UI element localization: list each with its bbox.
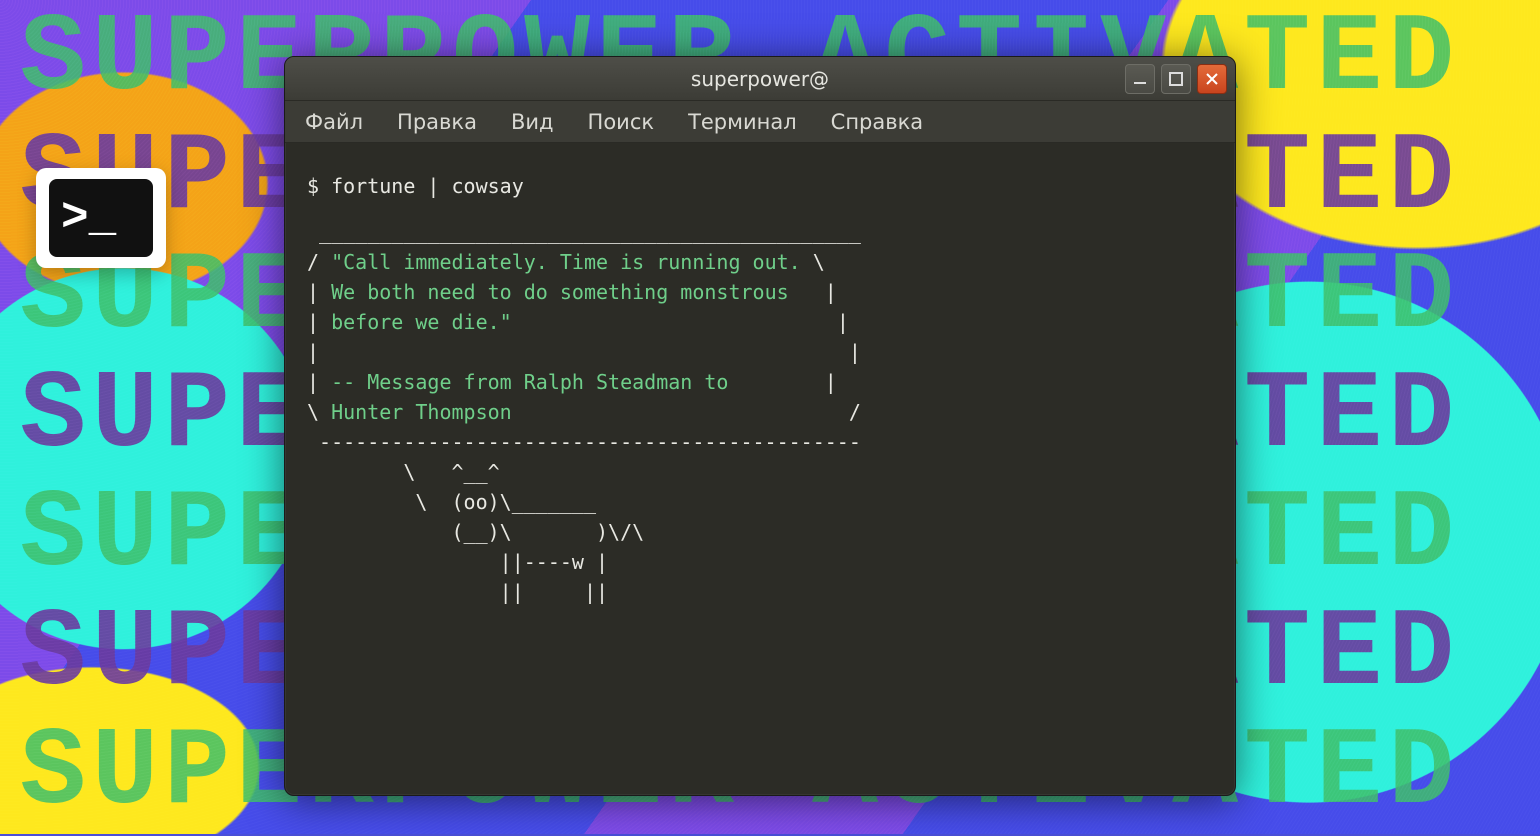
bubble-bottom: ----------------------------------------… [307, 430, 861, 454]
fortune-line: before we die." [331, 310, 512, 334]
terminal-output[interactable]: $ fortune | cowsay _____________________… [285, 143, 1235, 635]
titlebar[interactable]: superpower@ [285, 57, 1235, 101]
fortune-line: Hunter Thompson [331, 400, 512, 424]
terminal-window: superpower@ Файл Правка Вид Поиск Термин… [284, 56, 1236, 796]
command-text: fortune | cowsay [331, 174, 524, 198]
cow-art: \ (oo)\_______ [307, 490, 596, 514]
prompt-line: $ fortune | cowsay [307, 171, 1213, 201]
cow-art: ||----w | [307, 550, 608, 574]
fortune-line: -- Message from Ralph Steadman to [331, 370, 728, 394]
close-button[interactable] [1197, 64, 1227, 94]
menu-terminal[interactable]: Терминал [688, 110, 797, 134]
fortune-line: "Call immediately. Time is running out. [331, 250, 801, 274]
menu-edit[interactable]: Правка [397, 110, 477, 134]
menubar: Файл Правка Вид Поиск Терминал Справка [285, 101, 1235, 143]
window-title: superpower@ [285, 67, 1235, 91]
maximize-button[interactable] [1161, 64, 1191, 94]
fortune-line: We both need to do something monstrous [331, 280, 789, 304]
bubble-top: ________________________________________… [307, 220, 861, 244]
prompt-symbol: $ [307, 174, 319, 198]
terminal-icon: >_ [49, 179, 153, 257]
terminal-badge: >_ [36, 168, 166, 268]
minimize-button[interactable] [1125, 64, 1155, 94]
menu-view[interactable]: Вид [511, 110, 554, 134]
menu-file[interactable]: Файл [305, 110, 363, 134]
menu-help[interactable]: Справка [831, 110, 924, 134]
cow-art: \ ^__^ [307, 460, 500, 484]
menu-search[interactable]: Поиск [588, 110, 655, 134]
cow-art: || || [307, 580, 608, 604]
cow-art: (__)\ )\/\ [307, 520, 644, 544]
